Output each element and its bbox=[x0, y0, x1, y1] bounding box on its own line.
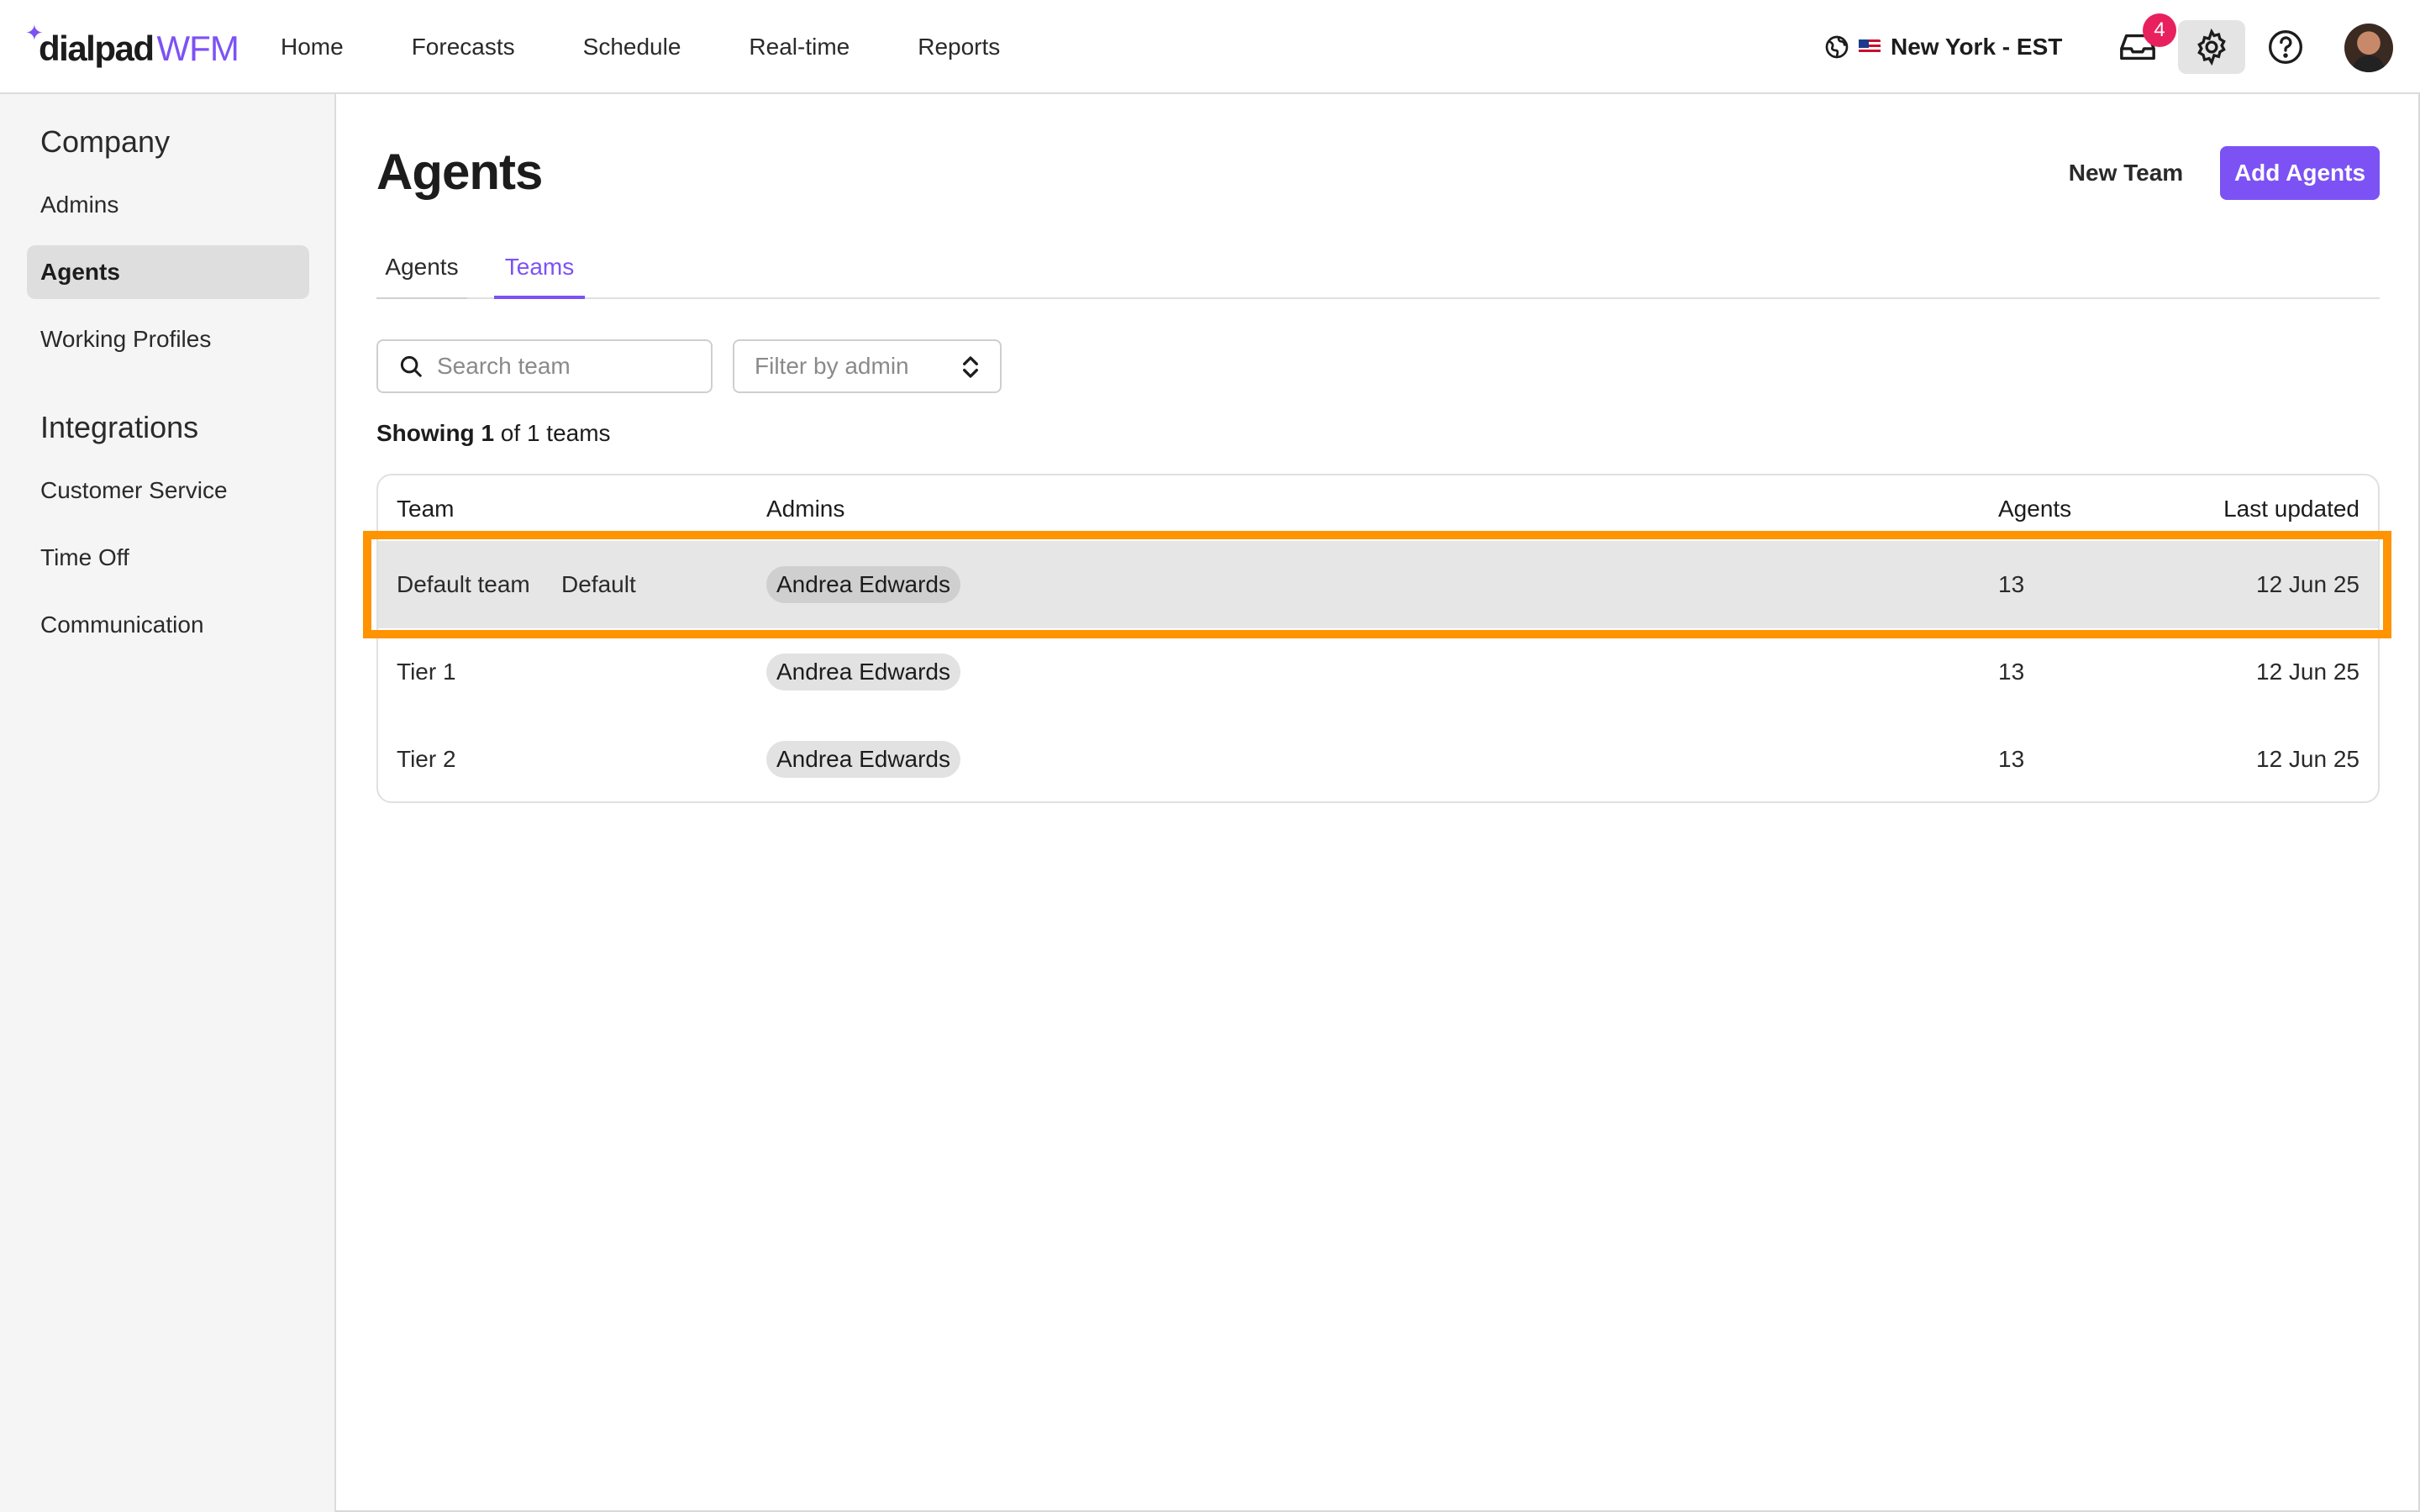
sidebar-item-communication[interactable]: Communication bbox=[27, 598, 309, 652]
user-avatar[interactable] bbox=[2344, 24, 2393, 72]
search-input[interactable] bbox=[437, 353, 706, 380]
page-title: Agents bbox=[376, 144, 543, 200]
last-updated: 12 Jun 25 bbox=[2256, 571, 2360, 597]
timezone-label: New York - EST bbox=[1891, 34, 2063, 60]
sidebar-item-admins[interactable]: Admins bbox=[27, 178, 309, 232]
admin-chip: Andrea Edwards bbox=[766, 741, 961, 778]
last-updated: 12 Jun 25 bbox=[2256, 746, 2360, 772]
help-button[interactable] bbox=[2252, 20, 2319, 74]
help-icon bbox=[2269, 30, 2302, 64]
showing-suffix: teams bbox=[546, 420, 611, 446]
last-updated: 12 Jun 25 bbox=[2256, 659, 2360, 685]
us-flag-icon bbox=[1859, 39, 1881, 55]
search-icon bbox=[400, 355, 422, 377]
team-name: Tier 2 bbox=[397, 746, 456, 772]
timezone-selector[interactable]: New York - EST bbox=[1823, 29, 2062, 66]
team-name: Tier 1 bbox=[397, 659, 456, 685]
agent-count: 13 bbox=[1998, 571, 2025, 597]
sparkle-icon: ✦ bbox=[25, 20, 44, 45]
tab-agents[interactable]: Agents bbox=[376, 244, 467, 299]
admin-filter-select[interactable]: Filter by admin bbox=[733, 339, 1002, 393]
header-last-updated[interactable]: Last updated bbox=[2223, 496, 2360, 522]
sidebar-item-customer-service[interactable]: Customer Service bbox=[27, 464, 309, 517]
logo-product: WFM bbox=[156, 29, 239, 68]
logo-brand: dialpad bbox=[39, 29, 155, 68]
showing-count: 1 bbox=[481, 420, 495, 446]
table-row[interactable]: Tier 2 Andrea Edwards 13 12 Jun 25 bbox=[378, 716, 2378, 803]
nav-forecasts[interactable]: Forecasts bbox=[412, 34, 515, 60]
table-row[interactable]: Tier 1 Andrea Edwards 13 12 Jun 25 bbox=[378, 628, 2378, 716]
gear-icon bbox=[2197, 29, 2226, 66]
sidebar-item-agents[interactable]: Agents bbox=[27, 245, 309, 299]
agent-count: 13 bbox=[1998, 659, 2025, 685]
logo[interactable]: ✦ dialpad WFM bbox=[25, 20, 239, 74]
table-row[interactable]: Default team Default Andrea Edwards 13 1… bbox=[378, 541, 2378, 628]
showing-middle: of bbox=[500, 420, 521, 446]
admin-chip: Andrea Edwards bbox=[766, 654, 961, 690]
header-agents[interactable]: Agents bbox=[1998, 496, 2071, 522]
sidebar-item-time-off[interactable]: Time Off bbox=[27, 531, 309, 585]
notification-badge: 4 bbox=[2143, 13, 2176, 47]
sidebar-section-company: Company bbox=[40, 124, 171, 159]
nav-reports[interactable]: Reports bbox=[918, 34, 1000, 60]
sidebar: Company Admins Agents Working Profiles I… bbox=[0, 94, 336, 1512]
top-bar: ✦ dialpad WFM Home Forecasts Schedule Re… bbox=[0, 0, 2420, 94]
settings-button[interactable] bbox=[2178, 20, 2245, 74]
admin-chip: Andrea Edwards bbox=[766, 566, 961, 603]
filter-placeholder: Filter by admin bbox=[755, 353, 909, 379]
results-summary: Showing 1 of 1 teams bbox=[376, 420, 611, 447]
add-agents-button[interactable]: Add Agents bbox=[2220, 146, 2380, 200]
header-team[interactable]: Team bbox=[397, 496, 454, 522]
tab-bar: Agents Teams bbox=[376, 244, 2380, 299]
sidebar-item-working-profiles[interactable]: Working Profiles bbox=[27, 312, 309, 366]
agent-count: 13 bbox=[1998, 746, 2025, 772]
chevron-up-down-icon bbox=[963, 356, 978, 378]
default-tag: Default bbox=[561, 571, 636, 597]
main-nav: Home Forecasts Schedule Real-time Report… bbox=[281, 0, 1068, 94]
nav-schedule[interactable]: Schedule bbox=[583, 34, 681, 60]
globe-icon bbox=[1825, 35, 1849, 59]
tab-teams[interactable]: Teams bbox=[494, 244, 585, 299]
nav-real-time[interactable]: Real-time bbox=[749, 34, 850, 60]
new-team-button[interactable]: New Team bbox=[2050, 146, 2202, 200]
showing-prefix: Showing bbox=[376, 420, 475, 446]
team-name: Default team bbox=[397, 571, 530, 597]
sidebar-section-integrations: Integrations bbox=[40, 410, 199, 444]
teams-table: Team Admins Agents Last updated Default … bbox=[376, 474, 2380, 803]
header-admins[interactable]: Admins bbox=[766, 496, 844, 522]
showing-total: 1 bbox=[526, 420, 540, 446]
search-box[interactable] bbox=[376, 339, 713, 393]
nav-home[interactable]: Home bbox=[281, 34, 344, 60]
